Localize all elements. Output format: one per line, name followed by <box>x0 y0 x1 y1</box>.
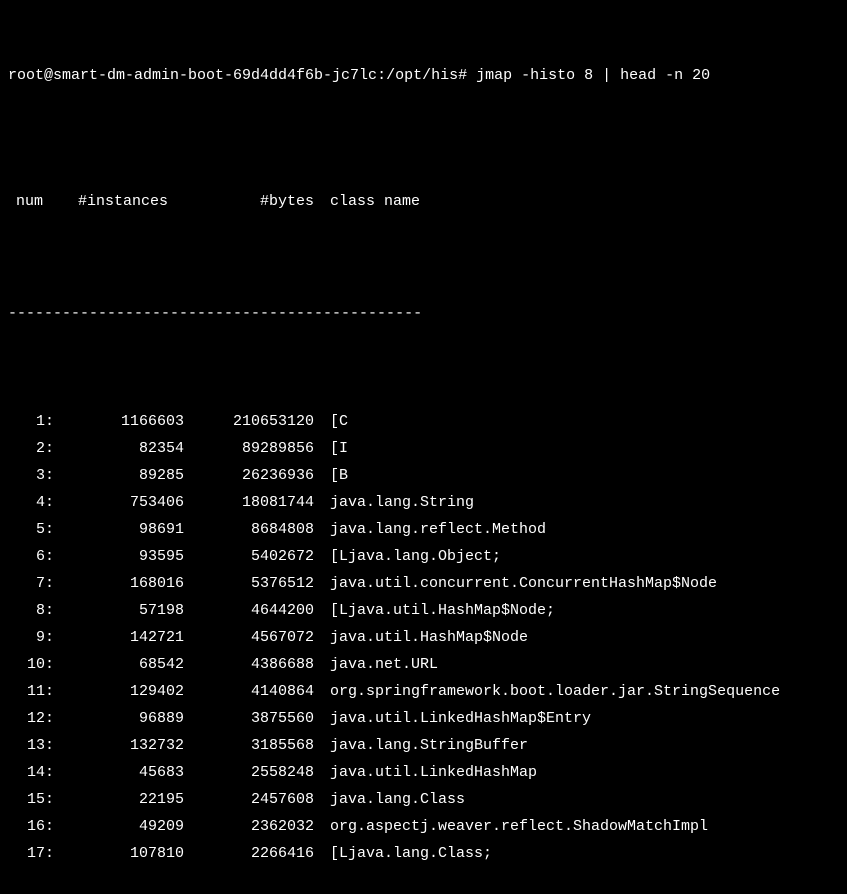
cell-instances: 22195 <box>58 786 188 813</box>
table-row: 6:935955402672[Ljava.lang.Object; <box>8 543 839 570</box>
header-class-name: class name <box>318 188 420 215</box>
cell-instances: 89285 <box>58 462 188 489</box>
cell-class-name: org.aspectj.weaver.reflect.ShadowMatchIm… <box>318 813 708 840</box>
prompt-line: root@smart-dm-admin-boot-69d4dd4f6b-jc7l… <box>8 62 839 89</box>
cell-class-name: [I <box>318 435 348 462</box>
cell-instances: 129402 <box>58 678 188 705</box>
cell-bytes: 4386688 <box>188 651 318 678</box>
table-header: num #instances #bytes class name <box>8 188 839 215</box>
cell-class-name: java.lang.reflect.Method <box>318 516 546 543</box>
cell-instances: 142721 <box>58 624 188 651</box>
table-row: 17:1078102266416[Ljava.lang.Class; <box>8 840 839 867</box>
table-row: 8:571984644200[Ljava.util.HashMap$Node; <box>8 597 839 624</box>
table-row: 5:986918684808java.lang.reflect.Method <box>8 516 839 543</box>
cell-class-name: org.springframework.boot.loader.jar.Stri… <box>318 678 780 705</box>
cell-instances: 96889 <box>58 705 188 732</box>
cell-instances: 168016 <box>58 570 188 597</box>
cell-num: 7: <box>8 570 58 597</box>
cell-instances: 93595 <box>58 543 188 570</box>
cell-num: 10: <box>8 651 58 678</box>
prompt-path: /opt/his <box>386 67 458 84</box>
table-row: 4:75340618081744java.lang.String <box>8 489 839 516</box>
cell-bytes: 2362032 <box>188 813 318 840</box>
cell-num: 1: <box>8 408 58 435</box>
cell-class-name: java.util.HashMap$Node <box>318 624 528 651</box>
table-row: 12:968893875560java.util.LinkedHashMap$E… <box>8 705 839 732</box>
header-instances: #instances <box>58 188 188 215</box>
cell-class-name: java.lang.StringBuffer <box>318 732 528 759</box>
histogram-table-body: 1:1166603210653120[C2:8235489289856[I3:8… <box>8 408 839 867</box>
header-bytes: #bytes <box>188 188 318 215</box>
header-num: num <box>8 188 58 215</box>
cell-num: 12: <box>8 705 58 732</box>
cell-class-name: [B <box>318 462 348 489</box>
cell-class-name: [Ljava.lang.Class; <box>318 840 492 867</box>
cell-num: 2: <box>8 435 58 462</box>
cell-class-name: java.util.LinkedHashMap$Entry <box>318 705 591 732</box>
cell-bytes: 26236936 <box>188 462 318 489</box>
cell-bytes: 4567072 <box>188 624 318 651</box>
cell-class-name: java.util.concurrent.ConcurrentHashMap$N… <box>318 570 717 597</box>
cell-bytes: 2266416 <box>188 840 318 867</box>
table-row: 9:1427214567072java.util.HashMap$Node <box>8 624 839 651</box>
cell-num: 9: <box>8 624 58 651</box>
cell-instances: 57198 <box>58 597 188 624</box>
cell-instances: 107810 <box>58 840 188 867</box>
command-text: jmap -histo 8 | head -n 20 <box>476 67 710 84</box>
cell-class-name: java.lang.String <box>318 489 474 516</box>
table-row: 2:8235489289856[I <box>8 435 839 462</box>
cell-num: 6: <box>8 543 58 570</box>
cell-bytes: 210653120 <box>188 408 318 435</box>
cell-class-name: [Ljava.lang.Object; <box>318 543 501 570</box>
prompt-user-host: root@smart-dm-admin-boot-69d4dd4f6b-jc7l… <box>8 67 377 84</box>
cell-instances: 1166603 <box>58 408 188 435</box>
cell-bytes: 3875560 <box>188 705 318 732</box>
cell-bytes: 18081744 <box>188 489 318 516</box>
cell-bytes: 89289856 <box>188 435 318 462</box>
cell-num: 14: <box>8 759 58 786</box>
cell-class-name: java.lang.Class <box>318 786 465 813</box>
cell-num: 17: <box>8 840 58 867</box>
cell-bytes: 2558248 <box>188 759 318 786</box>
prompt-symbol: # <box>458 67 467 84</box>
cell-num: 15: <box>8 786 58 813</box>
cell-class-name: [C <box>318 408 348 435</box>
table-row: 3:8928526236936[B <box>8 462 839 489</box>
table-row: 14:456832558248java.util.LinkedHashMap <box>8 759 839 786</box>
cell-bytes: 5402672 <box>188 543 318 570</box>
table-row: 16:492092362032org.aspectj.weaver.reflec… <box>8 813 839 840</box>
table-row: 10:685424386688java.net.URL <box>8 651 839 678</box>
cell-instances: 82354 <box>58 435 188 462</box>
cell-bytes: 4140864 <box>188 678 318 705</box>
table-row: 1:1166603210653120[C <box>8 408 839 435</box>
separator-line: ----------------------------------------… <box>8 300 839 327</box>
cell-bytes: 8684808 <box>188 516 318 543</box>
cell-instances: 753406 <box>58 489 188 516</box>
cell-num: 13: <box>8 732 58 759</box>
table-row: 11:1294024140864org.springframework.boot… <box>8 678 839 705</box>
cell-num: 16: <box>8 813 58 840</box>
cell-bytes: 2457608 <box>188 786 318 813</box>
cell-bytes: 3185568 <box>188 732 318 759</box>
cell-instances: 68542 <box>58 651 188 678</box>
cell-class-name: [Ljava.util.HashMap$Node; <box>318 597 555 624</box>
cell-num: 4: <box>8 489 58 516</box>
cell-num: 5: <box>8 516 58 543</box>
cell-instances: 132732 <box>58 732 188 759</box>
table-row: 13:1327323185568java.lang.StringBuffer <box>8 732 839 759</box>
cell-num: 3: <box>8 462 58 489</box>
cell-instances: 98691 <box>58 516 188 543</box>
table-row: 15:221952457608java.lang.Class <box>8 786 839 813</box>
cell-instances: 45683 <box>58 759 188 786</box>
cell-instances: 49209 <box>58 813 188 840</box>
terminal-output[interactable]: root@smart-dm-admin-boot-69d4dd4f6b-jc7l… <box>8 8 839 894</box>
cell-num: 8: <box>8 597 58 624</box>
cell-bytes: 5376512 <box>188 570 318 597</box>
table-row: 7:1680165376512java.util.concurrent.Conc… <box>8 570 839 597</box>
cell-class-name: java.net.URL <box>318 651 438 678</box>
cell-num: 11: <box>8 678 58 705</box>
cell-class-name: java.util.LinkedHashMap <box>318 759 537 786</box>
cell-bytes: 4644200 <box>188 597 318 624</box>
